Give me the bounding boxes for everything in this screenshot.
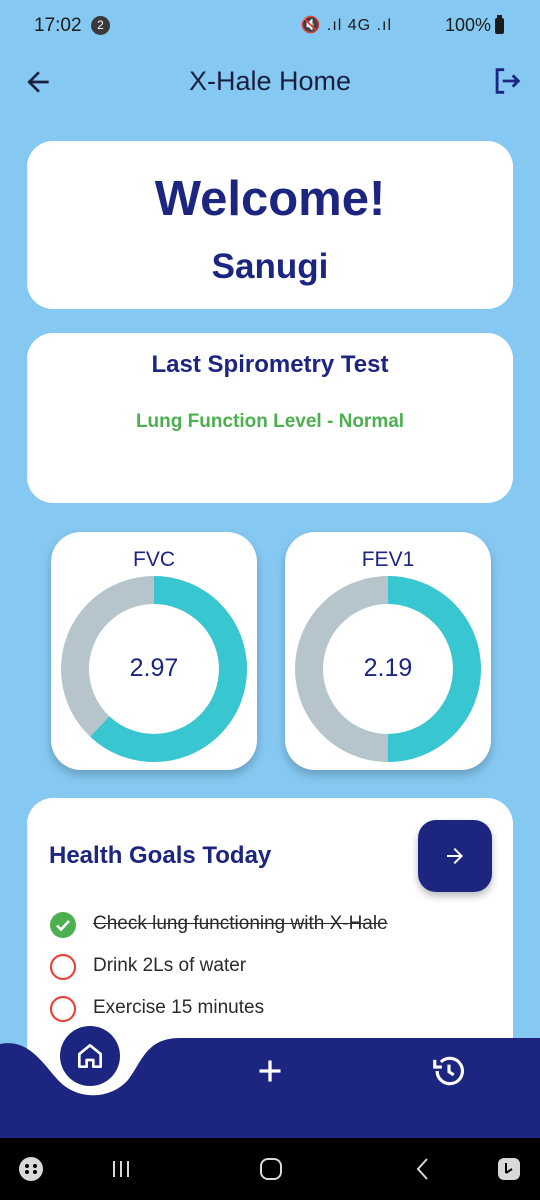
- nav-home-button[interactable]: [60, 1026, 120, 1086]
- fev1-label: FEV1: [361, 548, 415, 571]
- nav-history-button[interactable]: [430, 1052, 468, 1090]
- lung-function-level: Lung Function Level - Normal: [135, 411, 405, 432]
- empty-circle-icon: [49, 995, 77, 1023]
- fvc-card[interactable]: FVC 2.97: [51, 532, 257, 770]
- goal-text: Exercise 15 minutes: [93, 997, 265, 1018]
- arrow-right-icon: [447, 848, 463, 864]
- battery-level: 100%: [444, 15, 491, 35]
- goal-text: Drink 2Ls of water: [93, 955, 247, 976]
- goal-text: Check lung functioning with X-Hale: [93, 913, 388, 934]
- system-back-icon[interactable]: [408, 1154, 438, 1184]
- goal-item[interactable]: Check lung functioning with X-Hale: [49, 910, 489, 940]
- fvc-label: FVC: [133, 548, 175, 571]
- goals-title: Health Goals Today: [49, 842, 272, 869]
- welcome-card: Welcome! Sanugi: [27, 141, 513, 309]
- spirometry-card[interactable]: Last Spirometry Test Lung Function Level…: [27, 333, 513, 503]
- nav-add-button[interactable]: [252, 1053, 288, 1089]
- accessibility-icon[interactable]: [494, 1154, 524, 1184]
- fvc-value: 2.97: [129, 654, 179, 682]
- status-bar: 17:02 2 🔇 .ıl 4G .ıl 100%: [0, 0, 540, 52]
- user-name: Sanugi: [211, 247, 329, 286]
- recent-apps-icon[interactable]: [106, 1154, 136, 1184]
- notification-count-badge: 2: [91, 16, 110, 35]
- fev1-card[interactable]: FEV1 2.19: [285, 532, 491, 770]
- battery-icon: [495, 15, 504, 34]
- app-title: X-Hale Home: [188, 66, 352, 96]
- game-launcher-icon[interactable]: [16, 1154, 46, 1184]
- goals-open-button[interactable]: [418, 820, 492, 892]
- welcome-greeting: Welcome!: [154, 172, 386, 226]
- home-icon: [78, 1044, 102, 1068]
- goal-item[interactable]: Exercise 15 minutes: [49, 994, 489, 1024]
- status-time: 17:02: [34, 15, 82, 36]
- history-icon: [433, 1056, 465, 1086]
- signal-icons: 🔇 .ıl 4G .ıl: [300, 17, 392, 34]
- add-icon: [259, 1060, 281, 1082]
- logout-icon: [495, 68, 521, 94]
- spirometry-title: Last Spirometry Test: [151, 351, 389, 378]
- system-nav-bar: [0, 1138, 540, 1200]
- home-button-icon[interactable]: [256, 1154, 286, 1184]
- app-bar: X-Hale Home: [0, 52, 540, 110]
- check-circle-icon: [50, 912, 76, 938]
- goal-item[interactable]: Drink 2Ls of water: [49, 952, 489, 982]
- logout-button[interactable]: [490, 64, 524, 98]
- fev1-value: 2.19: [363, 654, 413, 682]
- empty-circle-icon: [49, 953, 77, 981]
